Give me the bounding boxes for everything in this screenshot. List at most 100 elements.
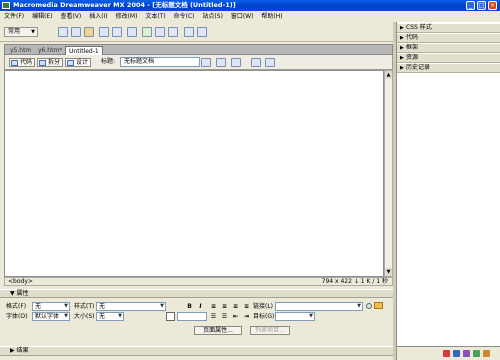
tray-app-icon[interactable] <box>443 350 450 357</box>
menu-help[interactable]: 帮助(H) <box>261 13 282 20</box>
unordered-list-icon[interactable]: ☰ <box>209 312 218 321</box>
font-select[interactable]: 默认字体 ▼ <box>32 312 70 321</box>
tab-y5[interactable]: y5.htm <box>7 46 34 55</box>
panel-css-styles-label: CSS 样式 <box>406 24 432 31</box>
table-icon[interactable] <box>99 27 109 37</box>
split-view-button[interactable]: 拆分 <box>37 58 64 67</box>
code-view-icon <box>11 60 18 66</box>
menu-site[interactable]: 站点(S) <box>202 13 223 20</box>
point-to-file-icon[interactable] <box>366 303 372 309</box>
maximize-button[interactable]: □ <box>477 1 486 10</box>
date-icon[interactable] <box>155 27 165 37</box>
menu-insert[interactable]: 插入(I) <box>89 13 107 20</box>
panel-code-label: 代码 <box>406 34 419 41</box>
align-center-icon[interactable]: ≡ <box>220 302 229 311</box>
title-bar: Macromedia Dreamweaver MX 2004 - [无标题文档 … <box>0 0 500 11</box>
align-left-icon[interactable]: ≡ <box>209 302 218 311</box>
tray-misc-icon[interactable] <box>483 350 490 357</box>
menu-modify[interactable]: 修改(M) <box>116 13 138 20</box>
align-right-icon[interactable]: ≡ <box>231 302 240 311</box>
view-options-icon[interactable] <box>265 58 275 67</box>
text-color-icon[interactable] <box>166 312 175 321</box>
format-select[interactable]: 无 ▼ <box>32 302 70 311</box>
color-hex-input[interactable] <box>177 312 207 321</box>
preview-browser-icon[interactable] <box>216 58 226 67</box>
tag-selector-body[interactable]: <body> <box>8 278 33 285</box>
design-view-button[interactable]: 设计 <box>65 58 92 67</box>
close-button[interactable]: × <box>488 1 497 10</box>
panel-code[interactable]: ▶ 代码 <box>397 34 500 43</box>
page-properties-button[interactable]: 页面属性... <box>194 326 242 335</box>
chevron-down-icon: ▼ <box>64 313 68 319</box>
tab-untitled-1[interactable]: Untitled-1 <box>65 46 103 55</box>
media-icon[interactable] <box>142 27 152 37</box>
menu-window[interactable]: 窗口(W) <box>231 13 254 20</box>
refresh-icon[interactable] <box>251 58 261 67</box>
design-canvas[interactable] <box>4 70 384 277</box>
bold-button[interactable]: B <box>185 302 194 311</box>
panel-history-label: 历史记录 <box>406 64 431 71</box>
insert-category-select[interactable]: 常用 ▼ <box>4 27 38 37</box>
named-anchor-icon[interactable] <box>84 27 94 37</box>
hyperlink-icon[interactable] <box>58 27 68 37</box>
panel-frames[interactable]: ▶ 框架 <box>397 44 500 53</box>
target-select[interactable]: ▼ <box>275 312 315 321</box>
menu-text[interactable]: 文本(T) <box>145 13 165 20</box>
menu-commands[interactable]: 命令(C) <box>174 13 195 20</box>
split-view-label: 拆分 <box>48 59 61 66</box>
scroll-down-icon[interactable]: ▼ <box>385 268 392 276</box>
browse-folder-icon[interactable] <box>374 302 383 309</box>
image-icon[interactable] <box>127 27 137 37</box>
expand-arrow-icon: ▶ <box>400 25 404 31</box>
email-link-icon[interactable] <box>71 27 81 37</box>
script-icon[interactable] <box>197 27 207 37</box>
tab-y6[interactable]: y6.htm* <box>35 46 65 55</box>
menu-view[interactable]: 查看(V) <box>60 13 81 20</box>
font-value: 默认字体 <box>35 313 60 320</box>
panel-css-styles[interactable]: ▶ CSS 样式 <box>397 24 500 33</box>
justify-icon[interactable]: ≡ <box>242 302 251 311</box>
document-title-input[interactable]: 无标题文档 <box>120 57 200 67</box>
style-select[interactable]: 无 ▼ <box>96 302 166 311</box>
panel-assets[interactable]: ▶ 资源 <box>397 54 500 63</box>
size-select[interactable]: 无 ▼ <box>96 312 124 321</box>
scroll-up-icon[interactable]: ▲ <box>385 71 392 79</box>
status-bar: <body> 794 x 422 ↓ 1 K / 1 秒 <box>4 277 393 286</box>
debug-icon[interactable] <box>231 58 241 67</box>
design-view-label: 设计 <box>76 59 89 66</box>
head-tags-icon[interactable] <box>184 27 194 37</box>
comment-icon[interactable] <box>168 27 178 37</box>
insert-toolbar: 常用 ▼ <box>0 22 395 42</box>
indent-icon[interactable]: ⇥ <box>242 312 251 321</box>
minimize-button[interactable]: _ <box>466 1 475 10</box>
expand-arrow-icon: ▶ <box>400 35 404 41</box>
file-management-icon[interactable] <box>201 58 211 67</box>
ordered-list-icon[interactable]: ☰ <box>220 312 229 321</box>
menu-edit[interactable]: 编辑(E) <box>32 13 52 20</box>
title-label: 标题: <box>101 58 116 65</box>
tray-ime-icon[interactable] <box>463 350 470 357</box>
tray-volume-icon[interactable] <box>473 350 480 357</box>
properties-panel-header[interactable]: ▼ 属性 <box>0 289 393 298</box>
tray-network-icon[interactable] <box>453 350 460 357</box>
expand-arrow-icon: ▶ <box>400 55 404 61</box>
italic-button[interactable]: I <box>196 302 205 311</box>
link-label: 链接(L) <box>253 303 274 310</box>
menu-file[interactable]: 文件(F) <box>4 13 24 20</box>
vertical-scrollbar[interactable]: ▲ ▼ <box>384 70 393 277</box>
chevron-down-icon: ▼ <box>31 29 35 35</box>
layer-icon[interactable] <box>112 27 122 37</box>
size-value: 无 <box>99 313 106 320</box>
chevron-down-icon: ▼ <box>160 303 164 309</box>
font-label: 字体(O) <box>6 313 28 320</box>
code-view-button[interactable]: 代码 <box>9 58 36 67</box>
expand-arrow-icon: ▶ <box>400 45 404 51</box>
link-input[interactable]: ▼ <box>275 302 363 311</box>
menu-bar: 文件(F) 编辑(E) 查看(V) 插入(I) 修改(M) 文本(T) 命令(C… <box>0 11 395 22</box>
document-tabs: y5.htm y6.htm* Untitled-1 <box>4 44 393 55</box>
list-item-button[interactable]: 列表项目... <box>250 326 290 335</box>
panel-history[interactable]: ▶ 历史记录 <box>397 64 500 73</box>
format-value: 无 <box>35 303 42 310</box>
results-panel-header[interactable]: ▶ 结果 <box>0 346 393 356</box>
outdent-icon[interactable]: ⇤ <box>231 312 240 321</box>
